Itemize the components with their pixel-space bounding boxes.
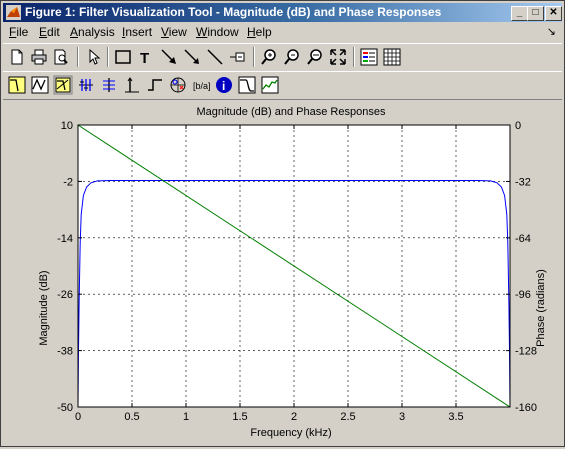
insert-text-icon[interactable]: T [136, 47, 156, 67]
svg-text:i: i [222, 79, 225, 93]
zoom-x-icon[interactable] [305, 47, 325, 67]
insert-line-icon[interactable] [205, 47, 225, 67]
maximize-button[interactable]: □ [527, 6, 544, 21]
print-preview-icon[interactable] [51, 47, 71, 67]
y2-tick-label: -96 [515, 289, 531, 301]
zoom-out-icon[interactable] [282, 47, 302, 67]
y2-tick-label: 0 [515, 120, 521, 132]
group-delay-icon[interactable] [76, 75, 96, 95]
x-axis-label: Frequency (kHz) [250, 427, 331, 439]
new-figure-icon[interactable] [7, 47, 27, 67]
select-arrow-icon[interactable] [83, 47, 103, 67]
y2-tick-label: -160 [515, 402, 537, 414]
menu-bar: File Edit Analysis Insert View Window He… [3, 23, 562, 41]
zoom-y-icon[interactable] [328, 47, 348, 67]
menu-view[interactable]: View [161, 25, 187, 39]
y-axis-label: Magnitude (dB) [38, 270, 50, 345]
window-title: Figure 1: Filter Visualization Tool - Ma… [25, 5, 442, 19]
figure-window: Figure 1: Filter Visualization Tool - Ma… [0, 0, 565, 447]
y-tick-label: 10 [61, 120, 73, 132]
figure-canvas: Magnitude (dB) and Phase Responses 0 0.5 1… [3, 100, 562, 444]
svg-text:T: T [140, 50, 149, 67]
insert-arrow2-icon[interactable] [182, 47, 202, 67]
y-tick-label: -14 [57, 233, 73, 245]
figure-toolbar: T [3, 43, 562, 72]
minimize-button[interactable]: _ [511, 6, 528, 21]
menu-analysis[interactable]: Analysis [70, 25, 115, 39]
dock-arrow-icon[interactable]: ↘ [547, 25, 556, 38]
mag-phase-response-icon[interactable] [53, 75, 73, 95]
grid-toggle-icon[interactable] [382, 47, 402, 67]
coefficients-icon[interactable]: [b/a] [191, 75, 211, 95]
x-tick-label: 2 [291, 411, 297, 423]
x-tick-label: 2.5 [340, 411, 355, 423]
y2-tick-label: -128 [515, 346, 537, 358]
zoom-in-icon[interactable] [259, 47, 279, 67]
analysis-toolbar: [b/a] i [3, 71, 562, 100]
x-tick-label: 0.5 [124, 411, 139, 423]
y2-tick-label: -32 [515, 176, 531, 188]
y2-tick-label: -64 [515, 233, 531, 245]
toolbar-separator [353, 47, 355, 67]
toolbar-separator [77, 47, 79, 67]
menu-file[interactable]: File [9, 25, 28, 39]
impulse-response-icon[interactable] [122, 75, 142, 95]
magnitude-estimate-icon[interactable] [237, 75, 257, 95]
round-off-noise-icon[interactable] [260, 75, 280, 95]
menu-insert[interactable]: Insert [122, 25, 152, 39]
close-button[interactable]: ✕ [545, 6, 562, 21]
title-bar[interactable]: Figure 1: Filter Visualization Tool - Ma… [3, 3, 562, 22]
insert-rectangle-icon[interactable] [113, 47, 133, 67]
y-tick-label: -26 [57, 289, 73, 301]
step-response-icon[interactable] [145, 75, 165, 95]
print-icon[interactable] [29, 47, 49, 67]
y2-axis-label: Phase (radians) [535, 269, 547, 347]
x-tick-label: 3.5 [448, 411, 463, 423]
magnitude-response-icon[interactable] [7, 75, 27, 95]
y-tick-label: -50 [57, 402, 73, 414]
phase-delay-icon[interactable] [99, 75, 119, 95]
filter-info-icon[interactable]: i [214, 75, 234, 95]
menu-help[interactable]: Help [247, 25, 272, 39]
insert-arrow-icon[interactable] [159, 47, 179, 67]
y-tick-label: -38 [57, 346, 73, 358]
toolbar-separator [107, 47, 109, 67]
toolbar-separator [253, 47, 255, 67]
legend-toggle-icon[interactable] [359, 47, 379, 67]
y-tick-label: -2 [63, 176, 73, 188]
matlab-logo-icon [6, 5, 21, 20]
menu-edit[interactable]: Edit [39, 25, 60, 39]
x-tick-label: 1 [183, 411, 189, 423]
svg-text:[b/a]: [b/a] [193, 81, 211, 91]
x-tick-label: 3 [399, 411, 405, 423]
insert-legend-icon[interactable] [228, 47, 248, 67]
x-tick-label: 0 [75, 411, 81, 423]
menu-window[interactable]: Window [196, 25, 239, 39]
x-tick-label: 1.5 [232, 411, 247, 423]
pole-zero-icon[interactable] [168, 75, 188, 95]
chart-title: Magnitude (dB) and Phase Responses [197, 106, 386, 118]
phase-response-icon[interactable] [30, 75, 50, 95]
chart-svg[interactable]: Magnitude (dB) and Phase Responses 0 0.5 1… [3, 100, 562, 444]
